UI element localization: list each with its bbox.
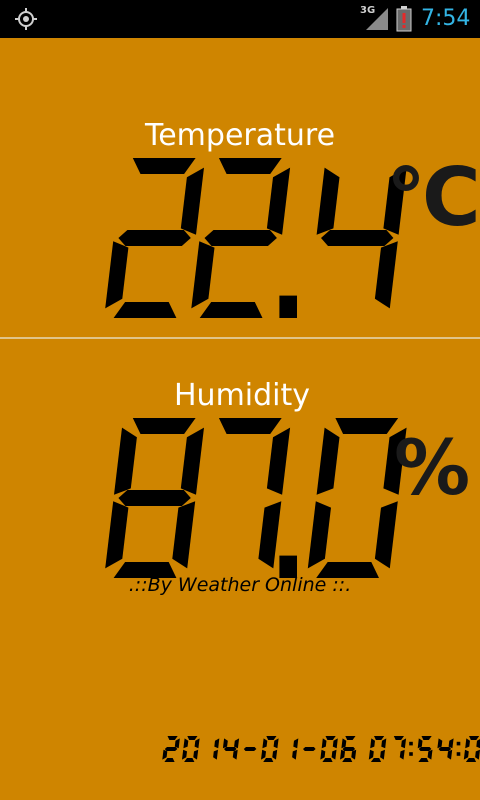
status-clock: 7:54 — [421, 6, 471, 31]
weather-app: Temperature °C Humidity % .::By Weather … — [0, 38, 480, 800]
signal-icon — [366, 8, 388, 30]
digit-dash — [243, 747, 257, 751]
digit-0 — [307, 418, 407, 578]
humidity-value-display — [105, 418, 407, 578]
status-bar: 3G 7:54 — [0, 0, 480, 38]
temperature-unit: °C — [386, 151, 480, 244]
digit-0 — [320, 736, 338, 762]
temperature-title: Temperature — [145, 118, 336, 153]
section-divider — [0, 337, 480, 339]
humidity-title: Humidity — [174, 378, 311, 413]
humidity-unit: % — [394, 423, 471, 512]
digit-5 — [417, 736, 433, 762]
credit-text: .::By Weather Online ::. — [128, 574, 352, 596]
digit-8 — [105, 418, 204, 578]
digit-0 — [182, 736, 200, 762]
datetime-display — [162, 736, 480, 762]
digit-1 — [292, 738, 299, 760]
digit-0 — [368, 736, 387, 762]
digit-2 — [105, 158, 204, 318]
digit-0 — [261, 736, 279, 762]
digit-6 — [340, 736, 357, 762]
battery-alert-icon — [396, 6, 412, 32]
digit-4 — [437, 738, 454, 760]
digit-7 — [393, 736, 407, 760]
digit-2 — [191, 158, 291, 318]
digit-0 — [463, 736, 480, 762]
digit-colon — [456, 741, 461, 756]
digit-4 — [222, 738, 240, 760]
digit-2 — [162, 736, 180, 762]
digit-dash — [303, 747, 316, 751]
temperature-value-display — [105, 158, 407, 318]
digit-7 — [218, 418, 291, 569]
decimal-point — [279, 295, 297, 318]
digit-colon — [409, 741, 413, 756]
digit-1 — [213, 738, 220, 760]
location-target-icon — [15, 8, 37, 30]
